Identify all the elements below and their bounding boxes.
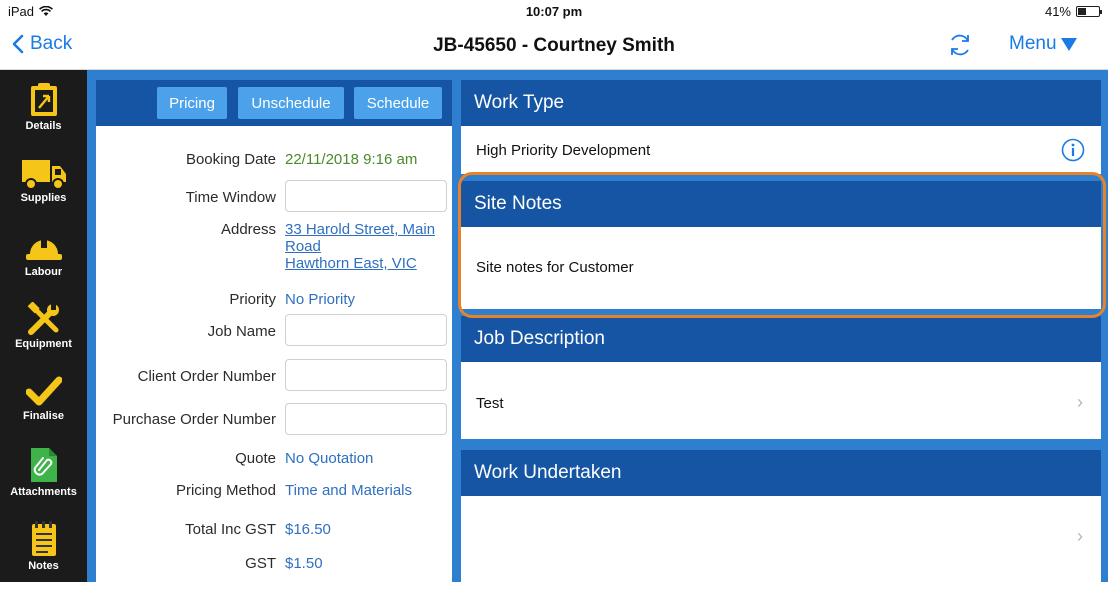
battery-percent: 41%: [1044, 4, 1071, 19]
purchase-order-input[interactable]: [285, 403, 447, 435]
quote-label: Quote: [235, 450, 276, 467]
address-link[interactable]: 33 Harold Street, Main Road Hawthorn Eas…: [285, 221, 435, 272]
details-toolbar: Pricing Unschedule Schedule: [96, 80, 452, 126]
job-description-value: Test: [476, 395, 504, 412]
total-label: Total Inc GST: [185, 521, 276, 538]
sidebar-item-supplies[interactable]: Supplies: [0, 158, 87, 228]
gst-value: $1.50: [285, 555, 323, 572]
work-type-header: Work Type: [461, 80, 1101, 126]
priority-value[interactable]: No Priority: [285, 291, 355, 308]
schedule-button[interactable]: Schedule: [354, 87, 442, 119]
sidebar-item-label: Finalise: [23, 410, 64, 422]
truck-icon: [21, 160, 66, 190]
main-area: Pricing Unschedule Schedule Booking Date…: [87, 70, 1108, 582]
gst-label: GST: [245, 555, 276, 572]
work-type-row[interactable]: High Priority Development: [461, 126, 1101, 174]
sidebar-item-label: Equipment: [15, 338, 72, 350]
battery-fill: [1078, 8, 1087, 15]
clipboard-icon: [30, 83, 57, 116]
info-icon[interactable]: [1061, 138, 1085, 162]
tools-icon: [27, 302, 59, 335]
sidebar-item-label: Details: [25, 120, 62, 132]
booking-date-value[interactable]: 22/11/2018 9:16 am: [285, 151, 417, 168]
job-description-row[interactable]: Test ›: [461, 362, 1101, 439]
booking-date-label: Booking Date: [185, 151, 276, 168]
site-notes-value: Site notes for Customer: [476, 259, 634, 276]
battery-icon: [1076, 6, 1102, 17]
paperclip-icon: [30, 448, 57, 482]
sidebar-item-label: Labour: [24, 266, 63, 278]
work-undertaken-row[interactable]: ›: [461, 496, 1101, 582]
unschedule-button[interactable]: Unschedule: [238, 87, 344, 119]
address-line-3: Hawthorn East, VIC: [285, 255, 417, 272]
work-type-value: High Priority Development: [476, 142, 651, 159]
priority-label: Priority: [229, 291, 276, 308]
sidebar-item-label: Attachments: [10, 486, 77, 498]
notepad-icon: [31, 521, 56, 556]
sidebar-item-label: Notes: [28, 560, 59, 572]
site-notes-header: Site Notes: [461, 181, 1101, 227]
pricing-method-label: Pricing Method: [175, 482, 276, 499]
refresh-icon[interactable]: [946, 31, 974, 59]
client-order-input[interactable]: [285, 359, 447, 391]
work-undertaken-header: Work Undertaken: [461, 450, 1101, 496]
menu-label: Menu: [1009, 33, 1057, 54]
menu-button[interactable]: Menu: [1009, 33, 1077, 55]
address-line-2: Road: [285, 238, 321, 255]
total-value: $16.50: [285, 521, 331, 538]
site-notes-row[interactable]: Site notes for Customer: [461, 227, 1101, 309]
status-time: 10:07 pm: [525, 4, 583, 19]
hardhat-icon: [25, 236, 62, 260]
job-name-label: Job Name: [207, 323, 276, 340]
sidebar-item-label: Supplies: [20, 192, 67, 204]
purchase-order-label: Purchase Order Number: [112, 411, 276, 428]
sidebar: Details Supplies Labour Equipment Finali…: [0, 70, 87, 582]
sidebar-item-attachments[interactable]: Attachments: [0, 446, 87, 516]
time-window-input[interactable]: [285, 180, 447, 212]
job-description-header: Job Description: [461, 316, 1101, 362]
job-details-panel: Pricing Unschedule Schedule Booking Date…: [96, 80, 452, 582]
status-bar: iPad 10:07 pm 41%: [0, 0, 1108, 22]
pricing-method-value[interactable]: Time and Materials: [285, 482, 412, 499]
pricing-button[interactable]: Pricing: [157, 87, 227, 119]
sidebar-item-finalise[interactable]: Finalise: [0, 374, 87, 444]
address-label: Address: [220, 221, 276, 238]
chevron-right-icon: ›: [1077, 392, 1083, 412]
sidebar-item-equipment[interactable]: Equipment: [0, 302, 87, 372]
page-title: JB-45650 - Courtney Smith: [433, 35, 675, 56]
sidebar-item-details[interactable]: Details: [0, 82, 87, 152]
sidebar-item-notes[interactable]: Notes: [0, 520, 87, 590]
nav-bar: Back JB-45650 - Courtney Smith Menu: [0, 22, 1108, 70]
chevron-right-icon: ›: [1077, 526, 1083, 546]
status-right: 41%: [1044, 4, 1102, 19]
client-order-label: Client Order Number: [137, 368, 276, 385]
time-window-label: Time Window: [185, 189, 276, 206]
checkmark-icon: [25, 376, 62, 406]
address-line-1: 33 Harold Street, Main: [285, 221, 436, 238]
job-name-input[interactable]: [285, 314, 447, 346]
sidebar-item-labour[interactable]: Labour: [0, 230, 87, 300]
triangle-down-icon: [1060, 37, 1077, 51]
quote-value[interactable]: No Quotation: [285, 450, 373, 467]
